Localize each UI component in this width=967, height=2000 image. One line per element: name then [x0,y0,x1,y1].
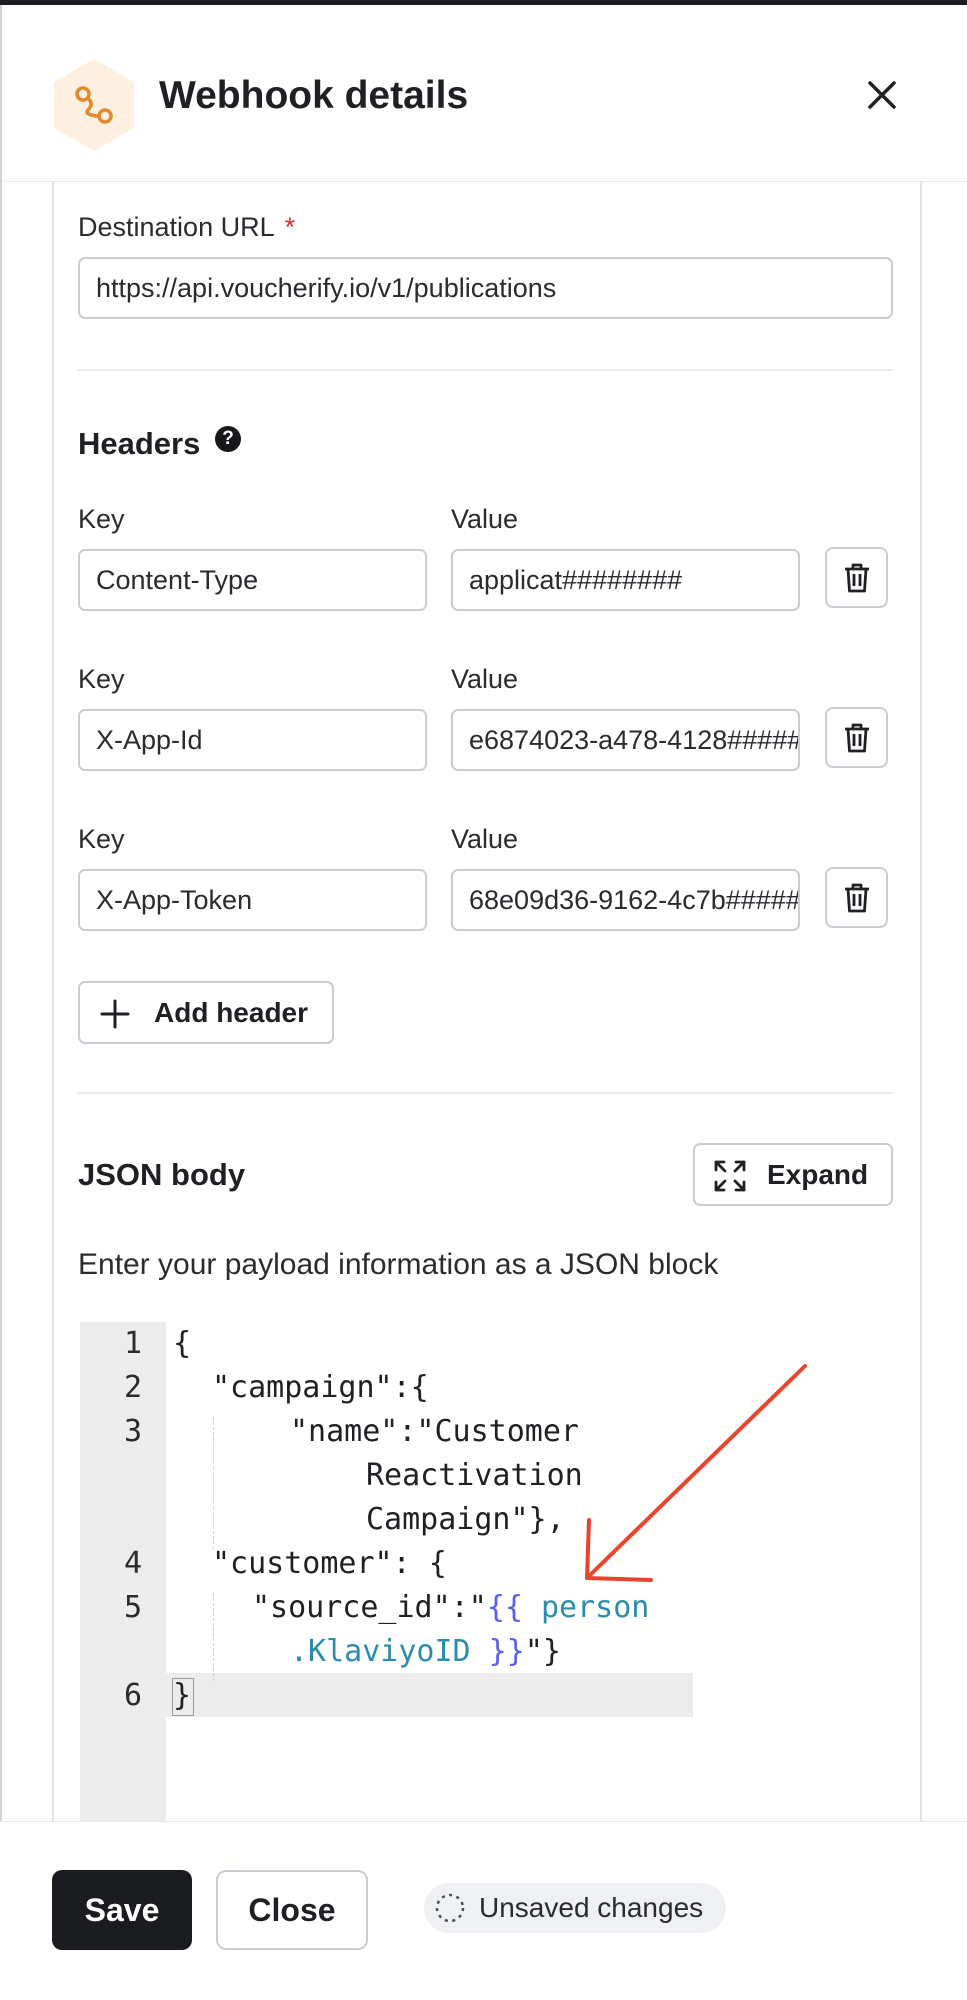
line-number: 3 [123,1414,142,1449]
line-number: 4 [123,1546,142,1581]
close-button[interactable]: Close [216,1870,368,1950]
destination-url-label-text: Destination URL [78,212,275,242]
expand-icon [714,1160,746,1192]
trash-icon [845,723,869,753]
header-value-input[interactable]: 68e09d36-9162-4c7b##### [451,869,800,931]
delete-header-button[interactable] [825,867,888,928]
code-line: Campaign"}, [366,1502,565,1537]
page-title: Webhook details [159,74,469,117]
help-icon[interactable]: ? [215,426,241,452]
json-body-title: JSON body [78,1157,246,1192]
status-badge: Unsaved changes [424,1883,726,1933]
header-key-label: Key [78,504,125,534]
annotation-arrow-icon [585,1364,807,1582]
save-button[interactable]: Save [52,1870,192,1950]
template-brace: {{ [486,1590,523,1625]
header-value-input[interactable]: e6874023-a478-4128##### [451,709,800,771]
line-number: 6 [123,1678,142,1713]
add-header-button[interactable]: Add header [78,981,334,1044]
header-key-input[interactable]: X-App-Id [78,709,427,771]
header-value-label: Value [451,664,519,694]
line-number: 5 [123,1590,142,1625]
delete-header-button[interactable] [825,707,888,768]
headers-title: Headers [78,426,201,461]
header-value-input[interactable]: applicat######## [451,549,800,611]
header-value-label: Value [451,504,519,534]
header-key-input[interactable]: Content-Type [78,549,427,611]
divider [78,369,893,371]
webhook-icon [54,59,134,151]
code-line: "campaign":{ [212,1370,429,1405]
expand-button[interactable]: Expand [693,1143,893,1206]
indent-guide [213,1417,214,1549]
destination-url-input[interactable]: https://api.voucherify.io/v1/publication… [78,257,893,319]
destination-url-label: Destination URL * [78,210,295,244]
header-key-label: Key [78,664,125,694]
template-variable: person [522,1590,650,1625]
trash-icon [845,563,869,593]
trash-icon [845,883,869,913]
unsaved-spinner-icon [435,1893,465,1923]
code-line: "name":"Customer [290,1414,579,1449]
indent-guide [213,1593,214,1681]
header-value-label: Value [451,824,519,854]
code-token: "} [524,1634,561,1669]
delete-header-button[interactable] [825,547,888,608]
code-line: { [173,1326,192,1361]
code-token: "source_id":" [252,1590,487,1625]
expand-label: Expand [767,1159,869,1190]
line-number: 1 [123,1326,142,1361]
divider [78,1092,893,1094]
close-icon[interactable] [858,71,906,119]
status-label: Unsaved changes [479,1892,704,1923]
json-body-description: Enter your payload information as a JSON… [78,1248,719,1281]
code-line: "source_id":"{{ person [252,1586,649,1630]
template-brace: }} [470,1634,525,1669]
panel-header: Webhook details [2,5,967,182]
plus-icon [100,999,130,1029]
code-line: Reactivation [366,1458,583,1493]
required-mark: * [284,212,296,242]
left-rule [0,5,2,1999]
header-key-label: Key [78,824,125,854]
bracket-match-highlight [172,1678,194,1716]
code-line: "customer": { [212,1546,447,1581]
code-line: .KlaviyoID }}"} [290,1630,561,1674]
line-number: 2 [123,1370,142,1405]
template-variable: .KlaviyoID [290,1634,471,1669]
add-header-label: Add header [154,997,309,1028]
header-key-input[interactable]: X-App-Token [78,869,427,931]
